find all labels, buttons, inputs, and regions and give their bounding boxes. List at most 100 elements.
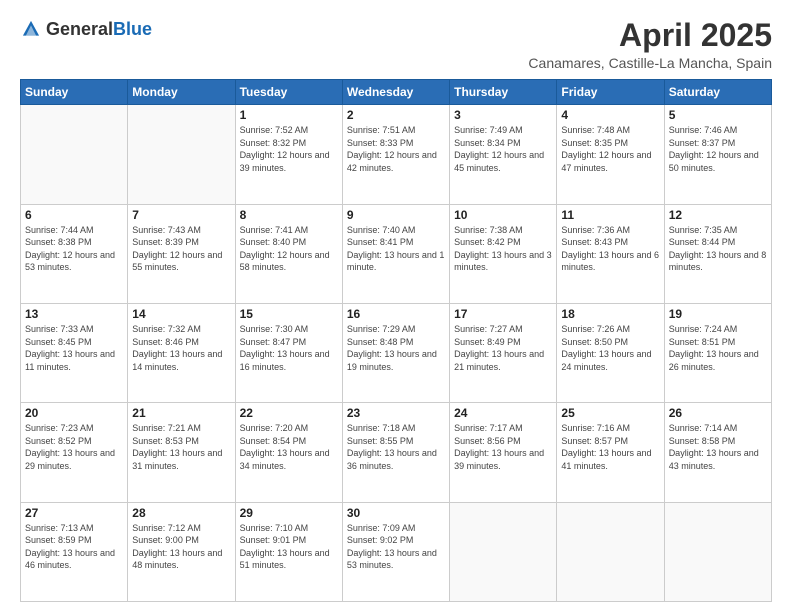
day-info: Sunrise: 7:20 AMSunset: 8:54 PMDaylight:…	[240, 422, 338, 472]
calendar-cell: 7 Sunrise: 7:43 AMSunset: 8:39 PMDaylight…	[128, 204, 235, 303]
day-number: 12	[669, 208, 767, 222]
day-number: 10	[454, 208, 552, 222]
calendar-cell: 16 Sunrise: 7:29 AMSunset: 8:48 PMDayligh…	[342, 303, 449, 402]
day-number: 11	[561, 208, 659, 222]
day-info: Sunrise: 7:17 AMSunset: 8:56 PMDaylight:…	[454, 422, 552, 472]
day-number: 25	[561, 406, 659, 420]
day-info: Sunrise: 7:51 AMSunset: 8:33 PMDaylight:…	[347, 124, 445, 174]
calendar-cell: 29Sunrise: 7:10 AMSunset: 9:01 PMDayligh…	[235, 502, 342, 601]
logo-icon	[20, 18, 42, 40]
day-number: 23	[347, 406, 445, 420]
calendar-cell: 30 Sunrise: 7:09 AMSunset: 9:02 PMDayligh…	[342, 502, 449, 601]
day-number: 1	[240, 108, 338, 122]
calendar-cell: 4Sunrise: 7:48 AMSunset: 8:35 PMDaylight…	[557, 105, 664, 204]
day-info: Sunrise: 7:10 AMSunset: 9:01 PMDaylight:…	[240, 522, 338, 572]
day-number: 13	[25, 307, 123, 321]
location: Canamares, Castille-La Mancha, Spain	[528, 55, 772, 71]
day-info: Sunrise: 7:35 AMSunset: 8:44 PMDaylight:…	[669, 224, 767, 274]
calendar-cell	[557, 502, 664, 601]
day-number: 20	[25, 406, 123, 420]
day-number: 8	[240, 208, 338, 222]
logo: GeneralBlue	[20, 18, 152, 40]
day-number: 6	[25, 208, 123, 222]
day-info: Sunrise: 7:16 AMSunset: 8:57 PMDaylight:…	[561, 422, 659, 472]
day-info: Sunrise: 7:52 AMSunset: 8:32 PMDaylight:…	[240, 124, 338, 174]
calendar-cell: 21 Sunrise: 7:21 AMSunset: 8:53 PMDayligh…	[128, 403, 235, 502]
col-header-tuesday: Tuesday	[235, 80, 342, 105]
day-number: 24	[454, 406, 552, 420]
page: GeneralBlue April 2025 Canamares, Castil…	[0, 0, 792, 612]
col-header-sunday: Sunday	[21, 80, 128, 105]
day-info: Sunrise: 7:24 AMSunset: 8:51 PMDaylight:…	[669, 323, 767, 373]
calendar-cell: 6 Sunrise: 7:44 AMSunset: 8:38 PMDaylight…	[21, 204, 128, 303]
day-info: Sunrise: 7:21 AMSunset: 8:53 PMDaylight:…	[132, 422, 230, 472]
calendar-cell: 9Sunrise: 7:40 AMSunset: 8:41 PMDaylight…	[342, 204, 449, 303]
day-info: Sunrise: 7:33 AMSunset: 8:45 PMDaylight:…	[25, 323, 123, 373]
day-number: 3	[454, 108, 552, 122]
day-number: 7	[132, 208, 230, 222]
calendar-cell: 12 Sunrise: 7:35 AMSunset: 8:44 PMDayligh…	[664, 204, 771, 303]
day-info: Sunrise: 7:09 AMSunset: 9:02 PMDaylight:…	[347, 522, 445, 572]
calendar-cell: 5 Sunrise: 7:46 AMSunset: 8:37 PMDaylight…	[664, 105, 771, 204]
day-number: 17	[454, 307, 552, 321]
calendar-cell: 20Sunrise: 7:23 AMSunset: 8:52 PMDayligh…	[21, 403, 128, 502]
day-info: Sunrise: 7:32 AMSunset: 8:46 PMDaylight:…	[132, 323, 230, 373]
day-info: Sunrise: 7:43 AMSunset: 8:39 PMDaylight:…	[132, 224, 230, 274]
day-number: 5	[669, 108, 767, 122]
calendar-cell: 18 Sunrise: 7:26 AMSunset: 8:50 PMDayligh…	[557, 303, 664, 402]
day-info: Sunrise: 7:18 AMSunset: 8:55 PMDaylight:…	[347, 422, 445, 472]
calendar-table: SundayMondayTuesdayWednesdayThursdayFrid…	[20, 79, 772, 602]
day-number: 15	[240, 307, 338, 321]
day-info: Sunrise: 7:29 AMSunset: 8:48 PMDaylight:…	[347, 323, 445, 373]
calendar-cell: 8 Sunrise: 7:41 AMSunset: 8:40 PMDaylight…	[235, 204, 342, 303]
day-info: Sunrise: 7:36 AMSunset: 8:43 PMDaylight:…	[561, 224, 659, 274]
day-info: Sunrise: 7:14 AMSunset: 8:58 PMDaylight:…	[669, 422, 767, 472]
calendar-cell: 1 Sunrise: 7:52 AMSunset: 8:32 PMDaylight…	[235, 105, 342, 204]
calendar-cell: 26Sunrise: 7:14 AMSunset: 8:58 PMDayligh…	[664, 403, 771, 502]
month-year: April 2025	[528, 18, 772, 53]
day-number: 30	[347, 506, 445, 520]
calendar-cell: 3 Sunrise: 7:49 AMSunset: 8:34 PMDaylight…	[450, 105, 557, 204]
calendar-cell: 17 Sunrise: 7:27 AMSunset: 8:49 PMDayligh…	[450, 303, 557, 402]
calendar-cell	[128, 105, 235, 204]
day-number: 28	[132, 506, 230, 520]
day-number: 18	[561, 307, 659, 321]
logo-blue: Blue	[113, 19, 152, 39]
calendar-cell: 22Sunrise: 7:20 AMSunset: 8:54 PMDayligh…	[235, 403, 342, 502]
day-number: 2	[347, 108, 445, 122]
calendar-cell: 13 Sunrise: 7:33 AMSunset: 8:45 PMDayligh…	[21, 303, 128, 402]
calendar-cell: 11 Sunrise: 7:36 AMSunset: 8:43 PMDayligh…	[557, 204, 664, 303]
calendar-cell	[21, 105, 128, 204]
day-info: Sunrise: 7:46 AMSunset: 8:37 PMDaylight:…	[669, 124, 767, 174]
day-info: Sunrise: 7:27 AMSunset: 8:49 PMDaylight:…	[454, 323, 552, 373]
col-header-thursday: Thursday	[450, 80, 557, 105]
day-info: Sunrise: 7:12 AMSunset: 9:00 PMDaylight:…	[132, 522, 230, 572]
day-info: Sunrise: 7:41 AMSunset: 8:40 PMDaylight:…	[240, 224, 338, 274]
day-info: Sunrise: 7:13 AMSunset: 8:59 PMDaylight:…	[25, 522, 123, 572]
calendar-cell: 15 Sunrise: 7:30 AMSunset: 8:47 PMDayligh…	[235, 303, 342, 402]
calendar-cell	[450, 502, 557, 601]
day-info: Sunrise: 7:49 AMSunset: 8:34 PMDaylight:…	[454, 124, 552, 174]
calendar-cell: 14 Sunrise: 7:32 AMSunset: 8:46 PMDayligh…	[128, 303, 235, 402]
day-number: 21	[132, 406, 230, 420]
calendar-cell: 25 Sunrise: 7:16 AMSunset: 8:57 PMDayligh…	[557, 403, 664, 502]
calendar-cell: 2 Sunrise: 7:51 AMSunset: 8:33 PMDaylight…	[342, 105, 449, 204]
calendar-cell: 24 Sunrise: 7:17 AMSunset: 8:56 PMDayligh…	[450, 403, 557, 502]
calendar-cell: 19Sunrise: 7:24 AMSunset: 8:51 PMDayligh…	[664, 303, 771, 402]
col-header-friday: Friday	[557, 80, 664, 105]
day-number: 4	[561, 108, 659, 122]
calendar-cell: 23 Sunrise: 7:18 AMSunset: 8:55 PMDayligh…	[342, 403, 449, 502]
day-number: 14	[132, 307, 230, 321]
day-info: Sunrise: 7:30 AMSunset: 8:47 PMDaylight:…	[240, 323, 338, 373]
day-info: Sunrise: 7:26 AMSunset: 8:50 PMDaylight:…	[561, 323, 659, 373]
calendar-cell	[664, 502, 771, 601]
day-number: 27	[25, 506, 123, 520]
day-info: Sunrise: 7:44 AMSunset: 8:38 PMDaylight:…	[25, 224, 123, 274]
header: GeneralBlue April 2025 Canamares, Castil…	[20, 18, 772, 71]
calendar-cell: 10 Sunrise: 7:38 AMSunset: 8:42 PMDayligh…	[450, 204, 557, 303]
day-number: 16	[347, 307, 445, 321]
calendar-cell: 27 Sunrise: 7:13 AMSunset: 8:59 PMDayligh…	[21, 502, 128, 601]
logo-general: General	[46, 19, 113, 39]
day-info: Sunrise: 7:38 AMSunset: 8:42 PMDaylight:…	[454, 224, 552, 274]
col-header-saturday: Saturday	[664, 80, 771, 105]
